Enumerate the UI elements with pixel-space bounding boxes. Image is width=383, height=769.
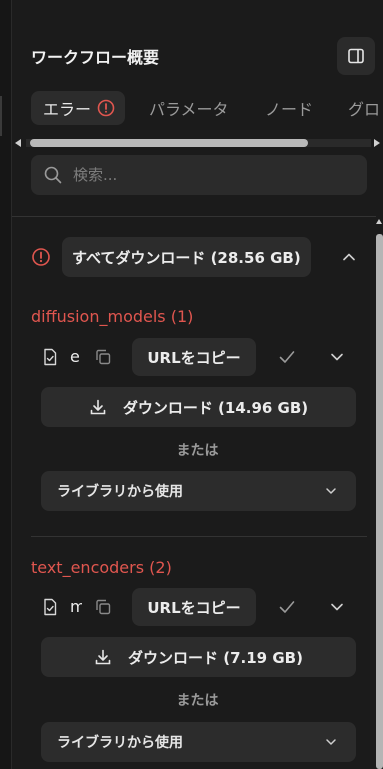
scroll-up-arrow-icon[interactable] [376,219,382,224]
copy-icon[interactable] [94,348,112,370]
download-button[interactable]: ダウンロード (7.19 GB) [41,637,356,677]
file-check-icon [42,598,58,620]
file-check-icon [42,348,58,370]
download-label: ダウンロード (14.96 GB) [122,398,309,417]
error-icon [31,247,51,271]
library-select-label: ライブラリから使用 [57,735,183,751]
chevron-down-icon [324,485,338,501]
library-select[interactable]: ライブラリから使用 [41,471,356,511]
tab-bar: エラー パラメータ ノード グロ [12,88,383,132]
panel-header: ワークフロー概要 [12,0,383,80]
copy-url-button[interactable]: URLをコピー [132,338,256,376]
search-input[interactable] [73,166,353,184]
chevron-up-icon[interactable] [339,247,359,271]
scroll-thumb[interactable] [376,234,383,769]
file-name: m [70,597,82,616]
file-name: e [70,347,80,366]
group-title: text_encoders (2) [31,558,172,577]
chevron-down-icon[interactable] [328,349,346,369]
error-icon [97,99,115,117]
left-edge-strip [0,0,12,769]
panel-icon [348,48,364,64]
vertical-scrollbar[interactable] [376,216,383,769]
download-all-button[interactable]: すべてダウンロード (28.56 GB) [62,237,311,277]
scroll-right-arrow-icon[interactable] [374,139,380,147]
panel-toggle-button[interactable] [337,37,375,75]
copy-icon[interactable] [94,598,112,620]
panel-title: ワークフロー概要 [31,48,160,67]
tab-parameters[interactable]: パラメータ [149,91,229,125]
tab-nodes[interactable]: ノード [265,91,313,125]
search-box[interactable] [31,155,367,195]
scroll-left-arrow-icon[interactable] [15,139,21,147]
download-icon [90,399,106,415]
tab-global[interactable]: グロ [348,91,380,125]
download-button[interactable]: ダウンロード (14.96 GB) [41,387,356,427]
tab-label: エラー [43,100,92,119]
model-file-row: e URLをコピー [42,338,372,376]
workflow-overview-panel: ワークフロー概要 エラー パラメータ ノード グロ 検索... すべてダウンロー… [12,0,383,769]
or-label: または [176,443,219,459]
scroll-thumb[interactable] [30,139,308,147]
copy-url-button[interactable]: URLをコピー [132,588,256,626]
download-icon [95,649,111,665]
left-edge-marker [0,96,2,136]
group-separator [31,536,367,537]
model-file-row: m URLをコピー [42,588,372,626]
library-select[interactable]: ライブラリから使用 [41,722,356,762]
search-icon [44,166,62,184]
library-select-label: ライブラリから使用 [57,484,183,500]
check-icon [278,349,296,369]
horizontal-scrollbar[interactable] [12,136,383,150]
tab-errors[interactable]: エラー [31,91,126,125]
chevron-down-icon[interactable] [328,599,346,619]
download-label: ダウンロード (7.19 GB) [128,648,303,667]
or-label: または [176,693,219,709]
section-divider [12,216,383,217]
chevron-down-icon [324,736,338,752]
group-title: diffusion_models (1) [31,307,194,326]
check-icon [278,599,296,619]
download-all-row: すべてダウンロード (28.56 GB) [31,237,371,277]
